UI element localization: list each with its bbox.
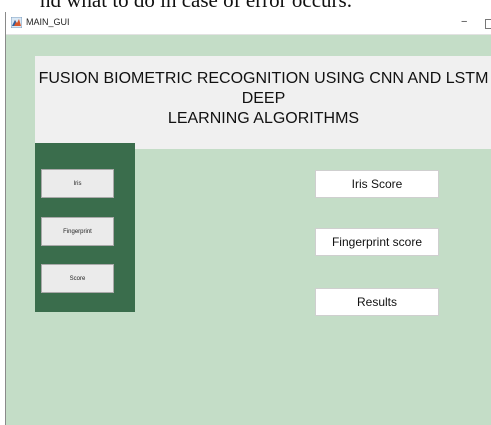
minimize-button[interactable]: −	[461, 15, 467, 29]
iris-button[interactable]: Iris	[41, 169, 114, 198]
results-display[interactable]: Results	[315, 288, 439, 316]
window-title: MAIN_GUI	[26, 17, 70, 27]
app-heading-line1: FUSION BIOMETRIC RECOGNITION USING CNN A…	[38, 70, 489, 107]
matlab-app-icon	[11, 17, 22, 28]
main-gui-window: MAIN_GUI − FUSION BIOMETRIC RECOGNITION …	[5, 12, 491, 425]
maximize-button[interactable]	[485, 19, 491, 29]
fingerprint-score-display[interactable]: Fingerprint score	[315, 228, 439, 256]
fingerprint-button[interactable]: Fingerprint	[41, 217, 114, 246]
title-bar: MAIN_GUI −	[6, 12, 491, 35]
button-panel: Iris Fingerprint Score	[35, 143, 135, 312]
app-heading: FUSION BIOMETRIC RECOGNITION USING CNN A…	[35, 69, 491, 129]
app-heading-line2: LEARNING ALGORITHMS	[167, 110, 360, 127]
title-banner: FUSION BIOMETRIC RECOGNITION USING CNN A…	[35, 56, 491, 149]
score-button[interactable]: Score	[41, 264, 114, 293]
iris-score-display[interactable]: Iris Score	[315, 170, 439, 198]
